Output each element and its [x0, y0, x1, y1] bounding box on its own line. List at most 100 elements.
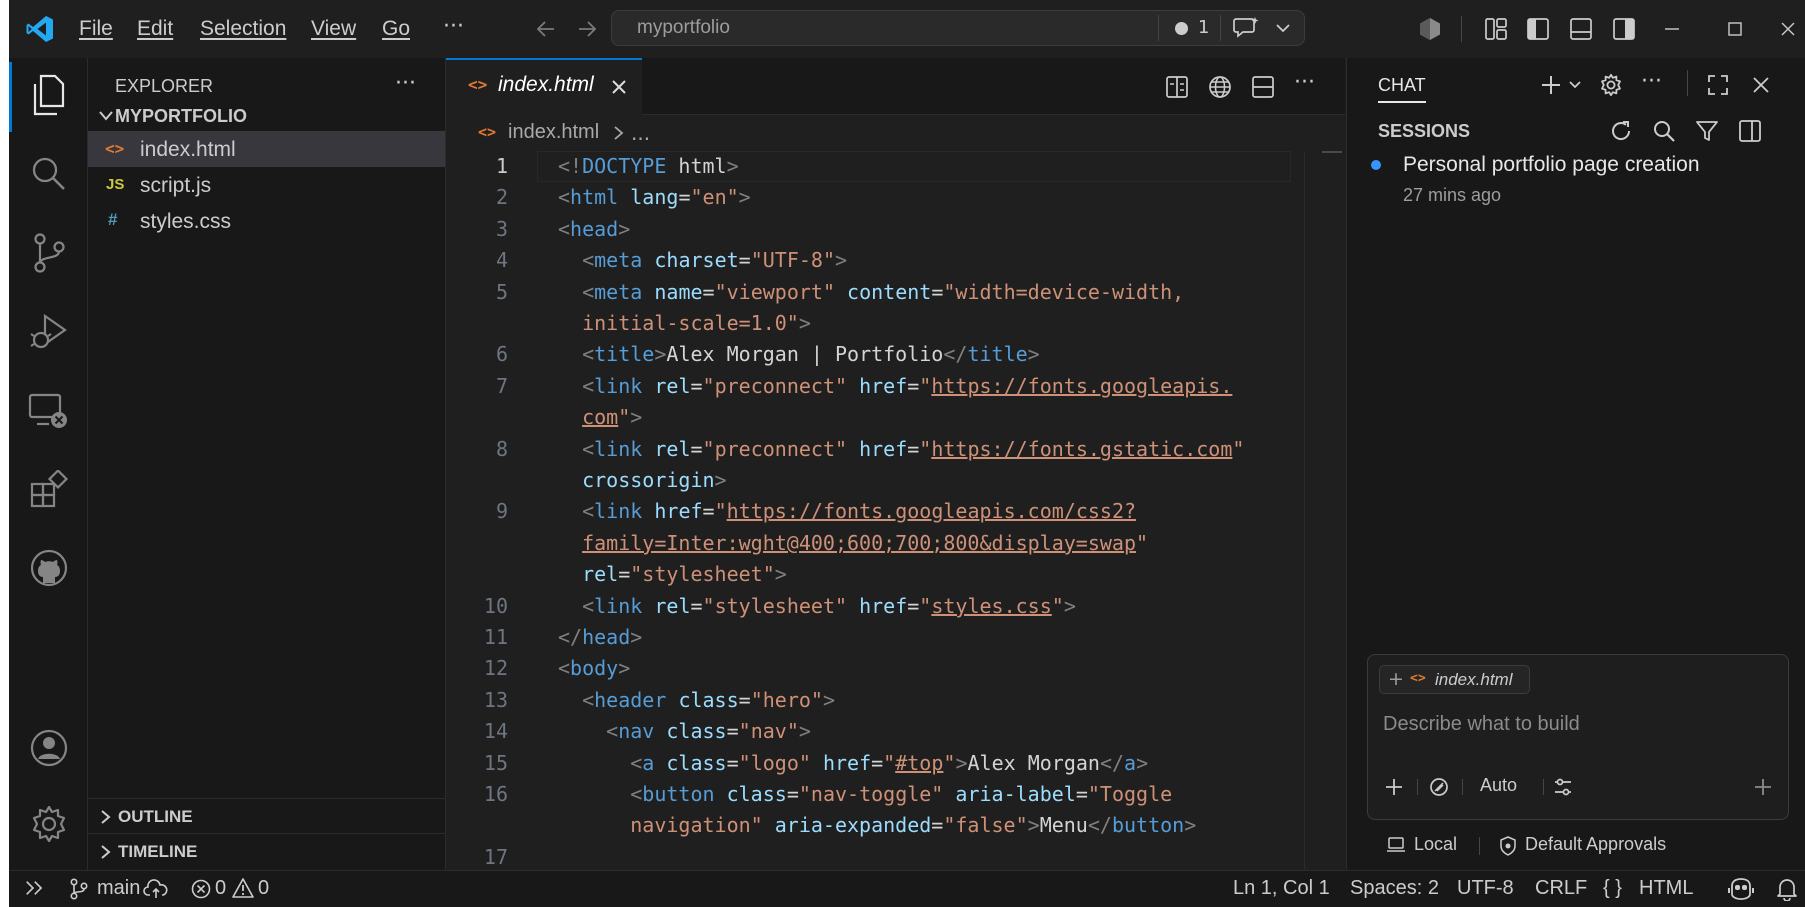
- back-arrow-icon[interactable]: [534, 17, 558, 41]
- language-mode[interactable]: HTML: [1639, 877, 1693, 900]
- code-line[interactable]: <header class="hero">: [558, 685, 835, 716]
- tab-index-html[interactable]: <> index.html: [446, 58, 642, 115]
- tools-sliders-icon[interactable]: [1552, 776, 1574, 798]
- close-tab-icon[interactable]: [610, 78, 628, 96]
- outline-section[interactable]: OUTLINE: [88, 798, 445, 833]
- menu-selection[interactable]: Selection: [200, 17, 286, 41]
- menu-view[interactable]: View: [311, 17, 356, 41]
- error-count[interactable]: 0: [215, 877, 226, 900]
- search-icon[interactable]: [29, 154, 67, 192]
- maximize-icon[interactable]: [1726, 20, 1744, 38]
- warning-icon[interactable]: [231, 877, 255, 899]
- code-line[interactable]: <meta name="viewport" content="width=dev…: [558, 277, 1184, 308]
- code-line[interactable]: <body>: [558, 653, 630, 684]
- chat-input-placeholder[interactable]: Describe what to build: [1383, 713, 1580, 736]
- menu-file[interactable]: File: [79, 17, 113, 41]
- code-line[interactable]: crossorigin>: [558, 465, 727, 496]
- github-icon[interactable]: [29, 548, 69, 588]
- explorer-icon[interactable]: [29, 74, 67, 116]
- add-context-plus-icon[interactable]: +: [1388, 668, 1404, 690]
- code-line[interactable]: <html lang="en">: [558, 182, 751, 213]
- file-item-script-js[interactable]: JS script.js: [88, 167, 445, 203]
- remote-explorer-icon[interactable]: [27, 392, 71, 432]
- notifications-bell-icon[interactable]: [1776, 877, 1798, 901]
- minimize-icon[interactable]: [1663, 20, 1681, 38]
- code-line[interactable]: rel="stylesheet">: [558, 559, 787, 590]
- open-preview-globe-icon[interactable]: [1207, 74, 1233, 100]
- branch-name[interactable]: main: [97, 877, 140, 900]
- context-attachment-chip[interactable]: + <> index.html: [1379, 665, 1530, 694]
- folder-header[interactable]: MYPORTFOLIO: [88, 100, 445, 132]
- scrollbar-thumb[interactable]: [1322, 151, 1342, 153]
- code-line[interactable]: initial-scale=1.0">: [558, 308, 811, 339]
- chevron-down-icon[interactable]: [1568, 80, 1582, 90]
- customize-layout-icon[interactable]: [1484, 17, 1508, 41]
- new-chat-plus-icon[interactable]: [1539, 73, 1563, 97]
- cursor-position[interactable]: Ln 1, Col 1: [1233, 877, 1330, 900]
- send-plus-icon[interactable]: [1753, 777, 1773, 797]
- code-line[interactable]: <meta charset="UTF-8">: [558, 245, 847, 276]
- account-icon[interactable]: [29, 728, 69, 768]
- menu-go[interactable]: Go: [382, 17, 410, 41]
- run-debug-icon[interactable]: [29, 312, 69, 352]
- code-line[interactable]: <!DOCTYPE html>: [558, 151, 739, 182]
- settings-gear-icon[interactable]: [29, 804, 69, 844]
- code-line[interactable]: <link href="https://fonts.googleapis.com…: [558, 496, 1136, 527]
- chevron-down-icon[interactable]: [1275, 22, 1291, 34]
- default-approvals-button[interactable]: Default Approvals: [1499, 833, 1699, 859]
- code-line[interactable]: family=Inter:wght@400;600;700;800&displa…: [558, 528, 1148, 559]
- extensions-icon[interactable]: [29, 470, 69, 510]
- source-control-icon[interactable]: [31, 232, 67, 274]
- chat-settings-gear-icon[interactable]: [1599, 73, 1623, 97]
- code-line[interactable]: <button class="nav-toggle" aria-label="T…: [558, 779, 1172, 810]
- end-of-line[interactable]: CRLF: [1535, 877, 1587, 900]
- code-line[interactable]: <link rel="preconnect" href="https://fon…: [558, 434, 1244, 465]
- code-line[interactable]: </head>: [558, 622, 642, 653]
- session-item[interactable]: Personal portfolio page creation 27 mins…: [1357, 140, 1797, 210]
- encoding[interactable]: UTF-8: [1457, 877, 1514, 900]
- indentation[interactable]: Spaces: 2: [1350, 877, 1439, 900]
- timeline-section[interactable]: TIMELINE: [88, 833, 445, 868]
- vertical-scrollbar[interactable]: [1304, 151, 1305, 870]
- file-item-index-html[interactable]: <> index.html: [88, 131, 445, 167]
- code-line[interactable]: com">: [558, 402, 642, 433]
- code-line[interactable]: navigation" aria-expanded="false">Menu</…: [558, 810, 1196, 841]
- copilot-icon[interactable]: [1727, 877, 1755, 901]
- warning-count[interactable]: 0: [258, 877, 269, 900]
- add-plus-icon[interactable]: [1384, 777, 1404, 797]
- maximize-panel-icon[interactable]: [1707, 74, 1729, 96]
- forward-arrow-icon[interactable]: [575, 17, 599, 41]
- chat-input-box[interactable]: + <> index.html Describe what to build A…: [1367, 654, 1789, 820]
- error-icon[interactable]: [190, 878, 212, 900]
- model-picker[interactable]: Auto: [1480, 775, 1517, 796]
- code-line[interactable]: <nav class="nav">: [558, 716, 811, 747]
- command-center-search[interactable]: myportfolio 1: [611, 10, 1305, 46]
- code-line[interactable]: <head>: [558, 214, 630, 245]
- close-window-icon[interactable]: [1779, 20, 1797, 38]
- code-line[interactable]: <a class="logo" href="#top">Alex Morgan<…: [558, 748, 1148, 779]
- open-changes-icon[interactable]: [1164, 74, 1190, 100]
- explorer-more-button[interactable]: ···: [395, 71, 416, 96]
- breadcrumb-more[interactable]: ...: [631, 121, 650, 145]
- remote-indicator-icon[interactable]: [24, 879, 46, 899]
- file-item-styles-css[interactable]: # styles.css: [88, 203, 445, 239]
- menu-more-button[interactable]: ···: [443, 14, 464, 39]
- toggle-panel-icon[interactable]: [1569, 17, 1593, 41]
- copilot-status-icon[interactable]: [1417, 16, 1443, 42]
- code-line[interactable]: <title>Alex Morgan | Portfolio</title>: [558, 339, 1040, 370]
- code-content[interactable]: <!DOCTYPE html> <html lang="en"> <head> <m…: [558, 151, 1298, 841]
- menu-edit[interactable]: Edit: [137, 17, 173, 41]
- breadcrumb-file[interactable]: index.html: [508, 121, 599, 144]
- chat-more-button[interactable]: ···: [1641, 69, 1662, 94]
- code-line[interactable]: <link rel="preconnect" href="https://fon…: [558, 371, 1232, 402]
- local-location-button[interactable]: Local: [1386, 833, 1486, 859]
- close-panel-icon[interactable]: [1751, 75, 1771, 95]
- agent-mode-icon[interactable]: [1428, 776, 1450, 798]
- editor-more-button[interactable]: ···: [1294, 70, 1315, 95]
- sync-cloud-icon[interactable]: [143, 878, 169, 900]
- split-editor-icon[interactable]: [1250, 74, 1276, 100]
- copilot-chat-icon[interactable]: [1232, 16, 1260, 40]
- toggle-secondary-sidebar-icon[interactable]: [1612, 17, 1636, 41]
- problems-count[interactable]: 1: [1198, 17, 1209, 38]
- toggle-primary-sidebar-icon[interactable]: [1526, 17, 1550, 41]
